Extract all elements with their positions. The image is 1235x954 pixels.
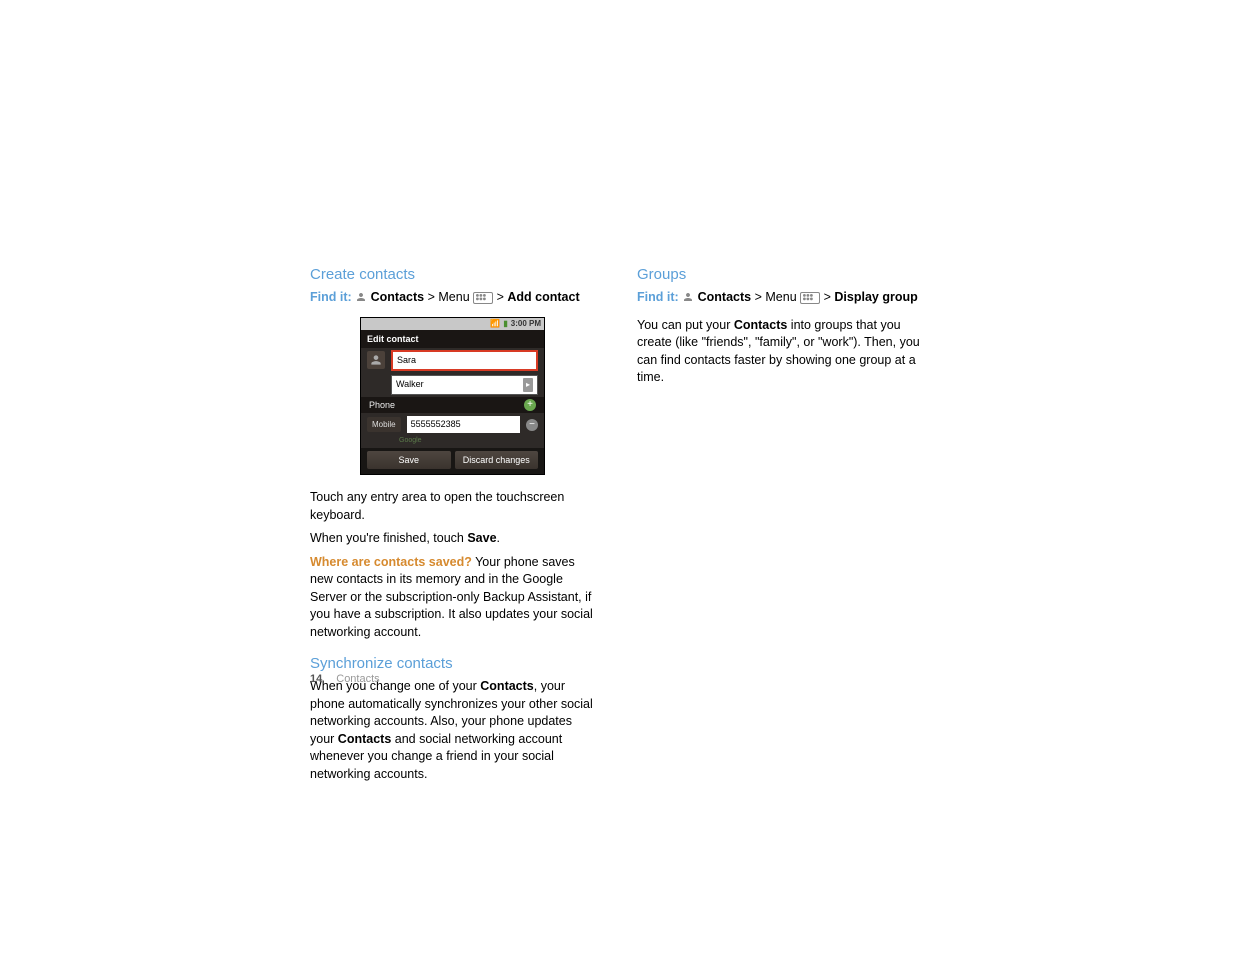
find-it-menu: Menu xyxy=(765,290,800,304)
edit-contact-header: Edit contact xyxy=(361,330,544,349)
phone-section-label: Phone xyxy=(369,399,395,412)
text-span: You can put your xyxy=(637,318,734,332)
save-bold: Save xyxy=(467,531,496,545)
page-number: 14 xyxy=(310,673,322,685)
remove-phone-icon[interactable]: − xyxy=(526,419,538,431)
contacts-icon xyxy=(355,291,367,303)
status-bar: 📶 ▮ 3:00 PM xyxy=(361,318,544,330)
paragraph-sync: When you change one of your Contacts, yo… xyxy=(310,678,595,783)
phone-number-field[interactable]: 5555552385 xyxy=(407,416,520,433)
find-it-contacts: Contacts xyxy=(371,290,424,304)
contacts-icon xyxy=(682,291,694,303)
find-it-groups: Find it: Contacts > Menu > Display group xyxy=(637,289,922,307)
last-name-field[interactable]: Walker ▸ xyxy=(391,375,538,395)
first-name-row: Sara xyxy=(361,348,544,373)
paragraph-where-saved: Where are contacts saved? Your phone sav… xyxy=(310,554,595,642)
separator: > xyxy=(755,290,766,304)
save-button[interactable]: Save xyxy=(367,451,451,470)
footer-section: Contacts xyxy=(336,673,379,685)
expand-icon[interactable]: ▸ xyxy=(523,378,533,392)
account-sublabel: Google xyxy=(361,436,544,448)
find-it-contacts: Contacts xyxy=(698,290,751,304)
phone-screenshot: 📶 ▮ 3:00 PM Edit contact Sara Walker ▸ xyxy=(360,317,545,476)
phone-entry-row: Mobile 5555552385 − xyxy=(361,413,544,436)
separator: > xyxy=(824,290,835,304)
menu-icon xyxy=(800,292,820,304)
paragraph-touch: Touch any entry area to open the touchsc… xyxy=(310,489,595,524)
find-it-label: Find it: xyxy=(310,290,352,304)
phone-section-header: Phone + xyxy=(361,397,544,414)
discard-button[interactable]: Discard changes xyxy=(455,451,539,470)
separator: > xyxy=(497,290,508,304)
find-it-action: Display group xyxy=(834,290,917,304)
find-it-menu: Menu xyxy=(438,290,473,304)
signal-icon: 📶 xyxy=(490,318,500,329)
last-name-row: Walker ▸ xyxy=(361,373,544,397)
paragraph-groups: You can put your Contacts into groups th… xyxy=(637,317,922,387)
find-it-action: Add contact xyxy=(507,290,579,304)
battery-icon: ▮ xyxy=(503,318,507,329)
contacts-bold: Contacts xyxy=(734,318,787,332)
separator: > xyxy=(428,290,439,304)
button-row: Save Discard changes xyxy=(361,448,544,475)
heading-groups: Groups xyxy=(637,264,922,285)
heading-create-contacts: Create contacts xyxy=(310,264,595,285)
text-span: . xyxy=(497,531,500,545)
menu-icon xyxy=(473,292,493,304)
status-time: 3:00 PM xyxy=(511,318,541,329)
add-phone-icon[interactable]: + xyxy=(524,399,536,411)
right-column: Groups Find it: Contacts > Menu > Displa… xyxy=(637,264,922,789)
text-span: When you're finished, touch xyxy=(310,531,467,545)
page-footer: 14 Contacts xyxy=(310,672,380,687)
first-name-field[interactable]: Sara xyxy=(391,350,538,371)
last-name-value: Walker xyxy=(396,378,424,391)
contacts-bold: Contacts xyxy=(480,679,533,693)
find-it-label: Find it: xyxy=(637,290,679,304)
paragraph-finished: When you're finished, touch Save. xyxy=(310,530,595,548)
mobile-label[interactable]: Mobile xyxy=(367,417,401,432)
avatar-icon xyxy=(367,351,385,369)
contacts-bold: Contacts xyxy=(338,732,391,746)
left-column: Create contacts Find it: Contacts > Menu… xyxy=(310,264,595,789)
where-saved-question: Where are contacts saved? xyxy=(310,555,472,569)
find-it-create: Find it: Contacts > Menu > Add contact xyxy=(310,289,595,307)
